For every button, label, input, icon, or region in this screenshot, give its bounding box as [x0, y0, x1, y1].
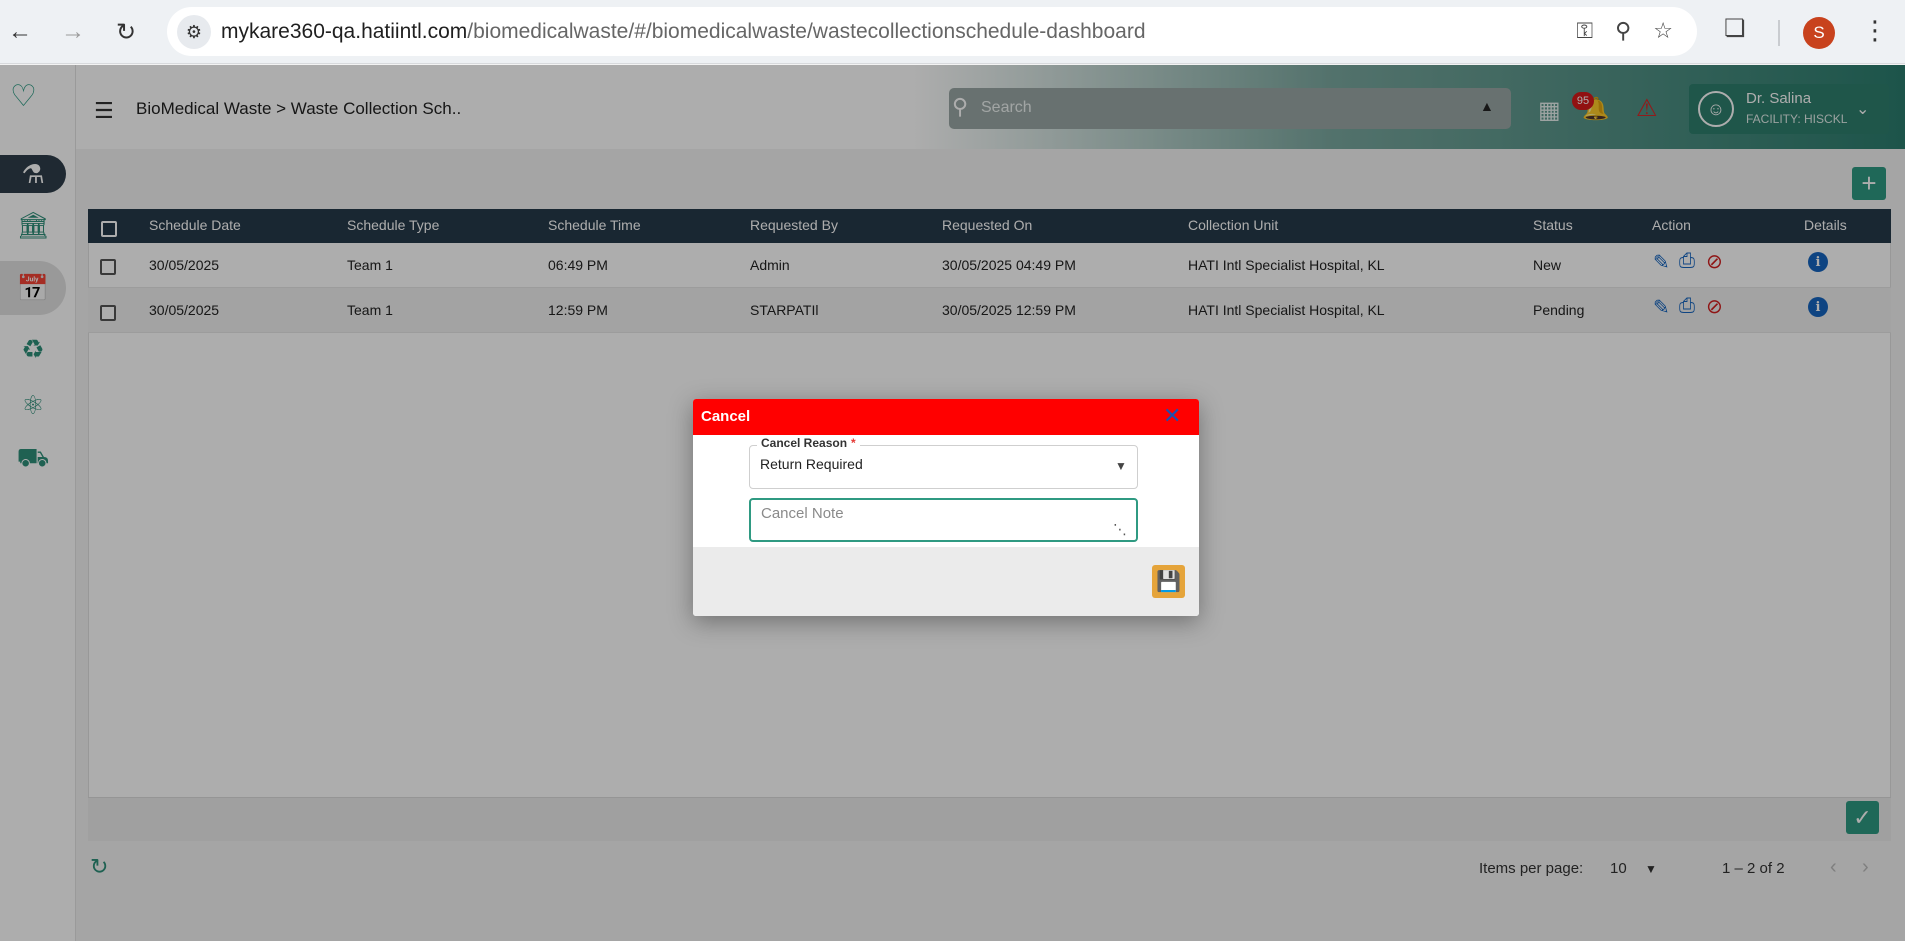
kebab-icon[interactable]: ⋮	[1862, 15, 1888, 46]
url-text[interactable]: mykare360-qa.hatiintl.com/biomedicalwast…	[221, 20, 1146, 44]
resize-handle-icon[interactable]: ⋱	[1113, 521, 1127, 538]
dialog-title: Cancel	[701, 408, 751, 425]
chevron-down-icon[interactable]: ▼	[1115, 459, 1127, 473]
cancel-reason-value: Return Required	[760, 456, 863, 472]
required-marker: *	[851, 436, 856, 450]
forward-icon[interactable]: →	[55, 14, 91, 50]
key-icon[interactable]: ⚿	[1576, 18, 1593, 44]
star-icon[interactable]: ☆	[1653, 18, 1673, 44]
dialog-header	[693, 399, 1199, 435]
back-icon[interactable]: ←	[2, 14, 38, 50]
address-bar[interactable]: ⚙ mykare360-qa.hatiintl.com/biomedicalwa…	[167, 7, 1697, 56]
site-settings-icon[interactable]: ⚙	[177, 15, 211, 49]
cancel-dialog: Cancel ✕ Cancel Reason * Return Required …	[693, 399, 1199, 616]
dialog-footer	[693, 547, 1199, 616]
toolbar-divider	[1778, 20, 1780, 46]
extensions-icon[interactable]: ❏	[1724, 14, 1746, 43]
close-icon[interactable]: ✕	[1163, 403, 1181, 429]
browser-toolbar: ← → ↻ ⚙ mykare360-qa.hatiintl.com/biomed…	[0, 0, 1905, 64]
reload-icon[interactable]: ↻	[108, 14, 144, 50]
cancel-note-placeholder: Cancel Note	[761, 505, 844, 522]
save-icon[interactable]: 💾	[1152, 565, 1185, 598]
cancel-reason-label: Cancel Reason *	[757, 436, 860, 450]
profile-avatar[interactable]: S	[1803, 17, 1835, 49]
zoom-icon[interactable]: ⚲	[1615, 18, 1631, 44]
